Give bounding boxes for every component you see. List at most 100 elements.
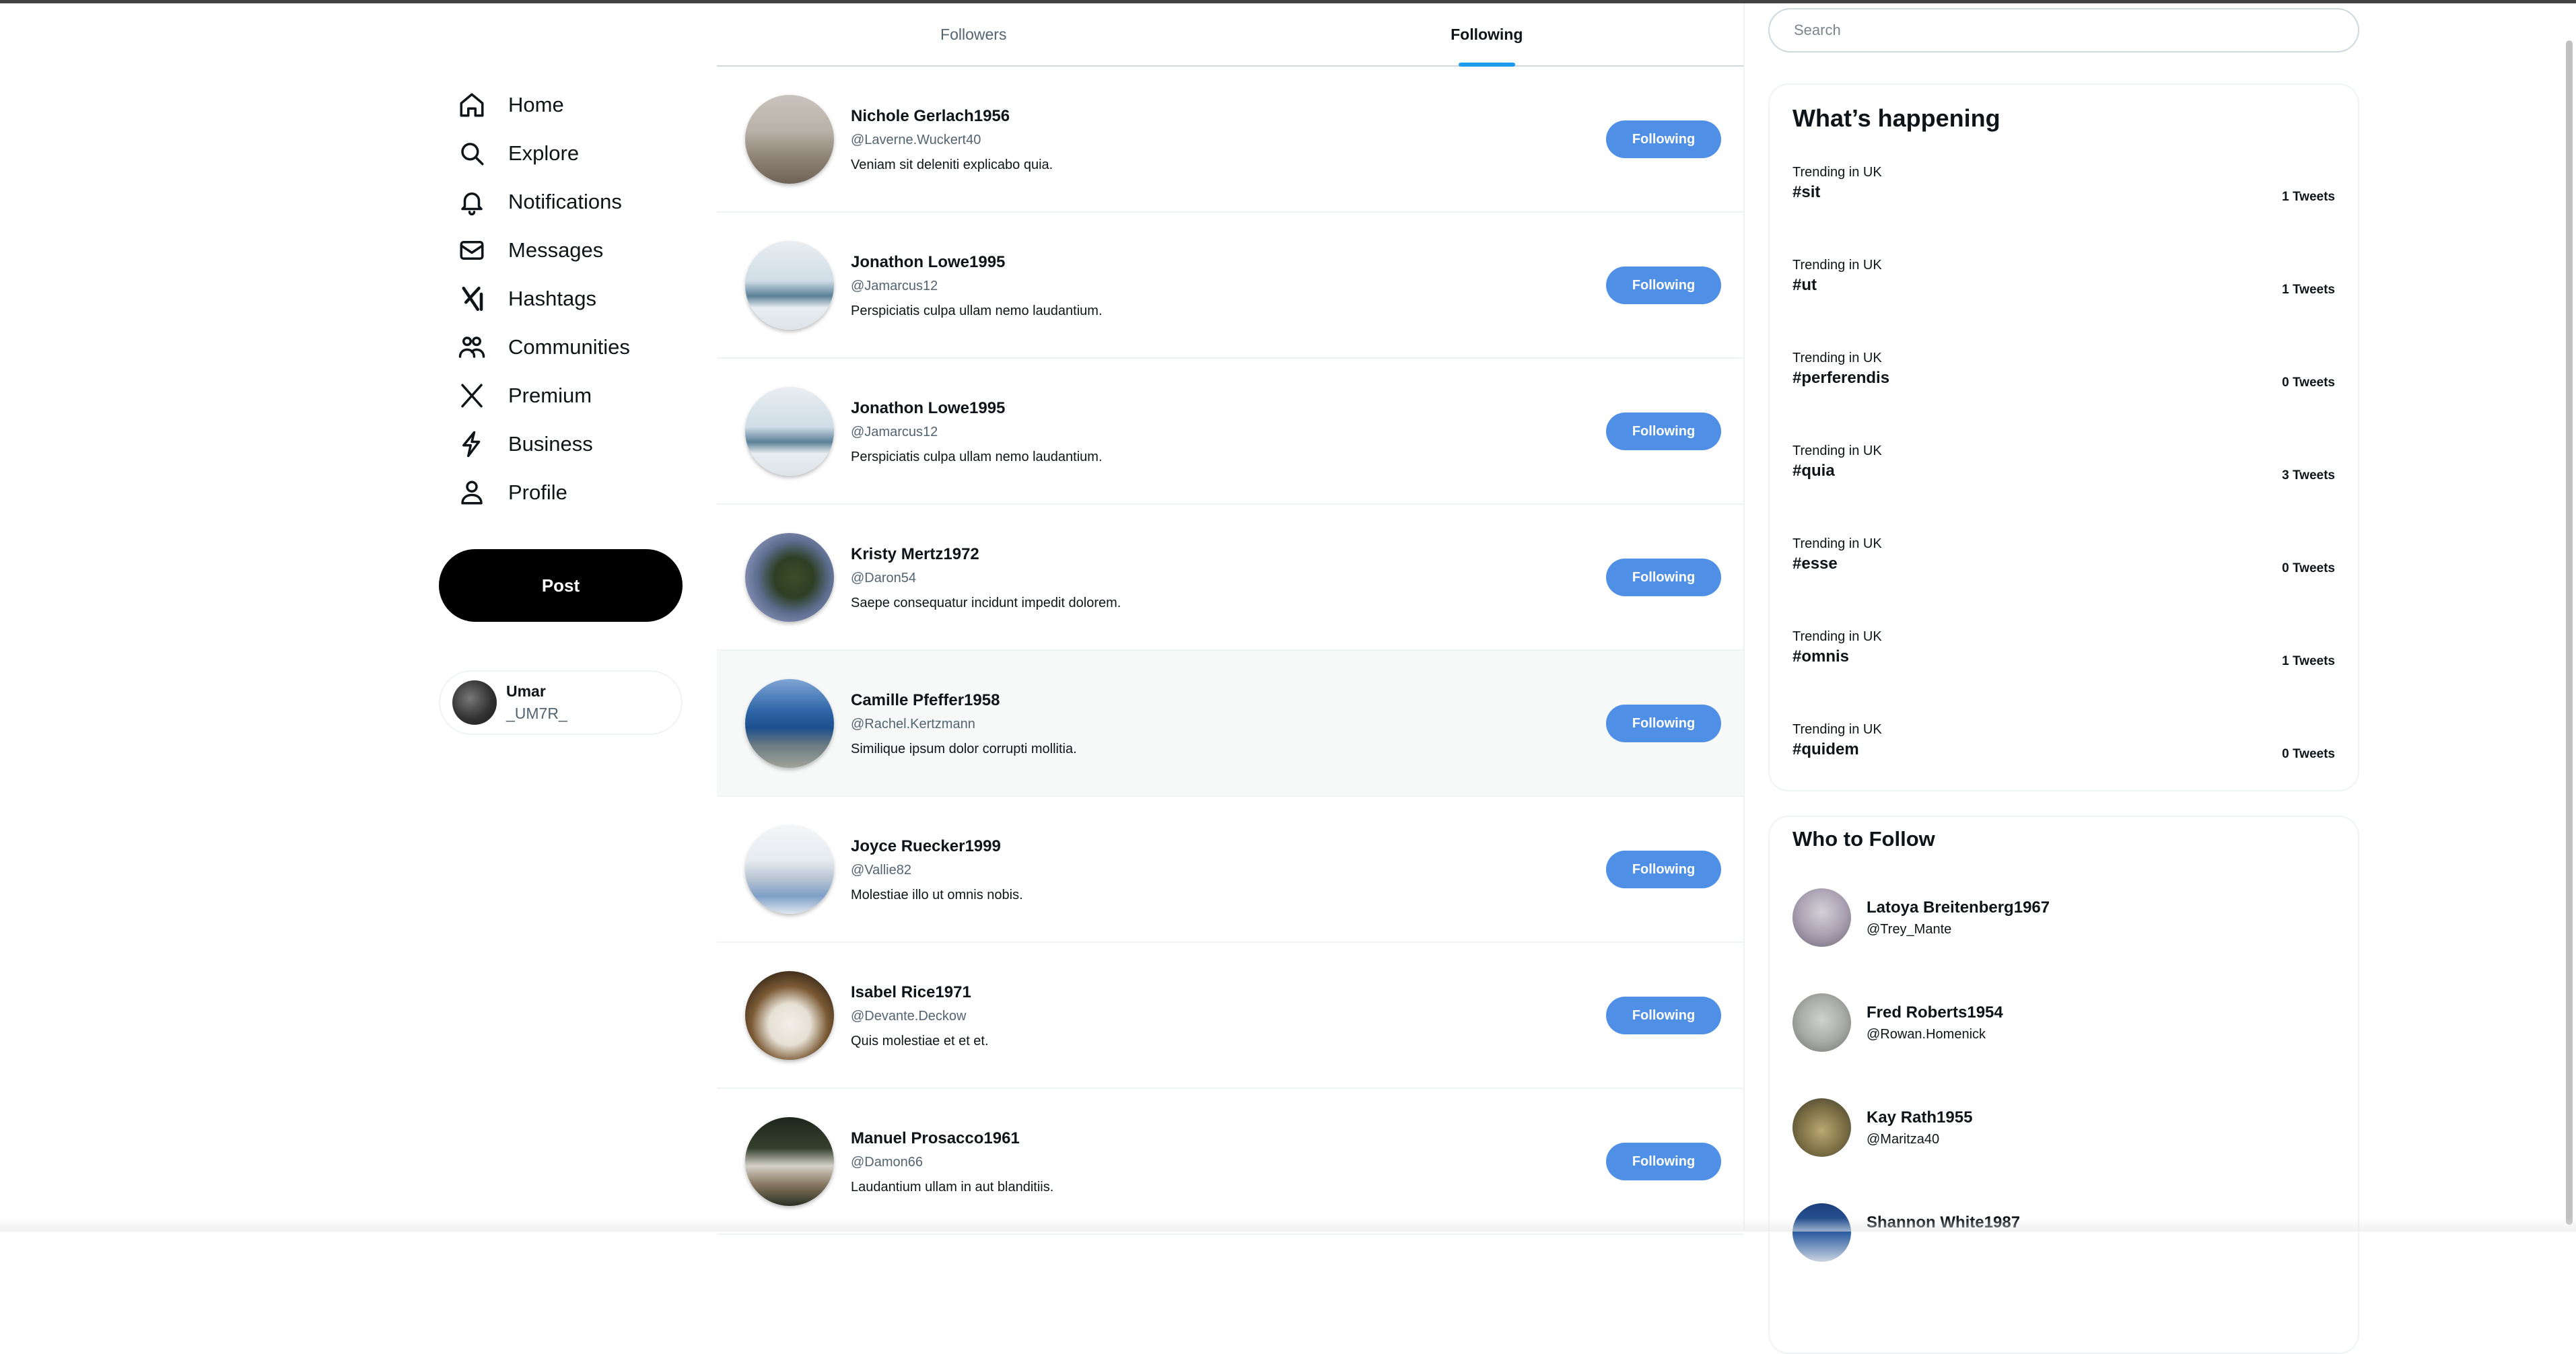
list-item[interactable]: Kristy Mertz1972 @Daron54 Saepe consequa… (717, 505, 1743, 651)
user-handle: @Laverne.Wuckert40 (851, 133, 981, 147)
user-name: Manuel Prosacco1961 (851, 1129, 1020, 1147)
following-button[interactable]: Following (1606, 1143, 1721, 1180)
account-handle: _UM7R_ (506, 705, 567, 722)
sidebar-item-label: Hashtags (508, 287, 596, 310)
tab-followers[interactable]: Followers (717, 3, 1230, 65)
user-handle: @Jamarcus12 (851, 279, 938, 293)
people-icon (456, 331, 488, 363)
suggested-user[interactable]: Shannon White1987 (1770, 1176, 2358, 1281)
sidebar-item-home[interactable]: Home (439, 81, 683, 129)
sidebar-item-business[interactable]: Business (439, 420, 683, 468)
following-list-column: Followers Following Nichole Gerlach1956 … (717, 3, 1745, 1235)
trend-item[interactable]: Trending in UK #ut 1 Tweets (1770, 233, 2358, 326)
trend-hashtag: #omnis (1792, 647, 1850, 666)
user-handle: @Vallie82 (851, 863, 911, 878)
search-input[interactable] (1768, 8, 2359, 52)
sidebar-item-label: Home (508, 93, 564, 116)
page-scrollbar[interactable] (2566, 40, 2573, 1225)
trend-item[interactable]: Trending in UK #esse 0 Tweets (1770, 511, 2358, 604)
post-button[interactable]: Post (439, 549, 683, 622)
sidebar-item-label: Communities (508, 335, 630, 359)
suggested-user[interactable]: Kay Rath1955 @Maritza40 (1770, 1071, 2358, 1176)
trend-item[interactable]: Trending in UK #perferendis 0 Tweets (1770, 326, 2358, 419)
avatar (745, 1117, 834, 1206)
trend-hashtag: #ut (1792, 276, 1817, 294)
avatar (1792, 888, 1851, 947)
trend-count: 1 Tweets (2282, 654, 2335, 668)
sidebar-item-explore[interactable]: Explore (439, 129, 683, 178)
trend-item[interactable]: Trending in UK #omnis 1 Tweets (1770, 604, 2358, 697)
trend-hashtag: #perferendis (1792, 369, 1890, 387)
avatar (745, 825, 834, 914)
avatar (745, 387, 834, 476)
user-bio: Veniam sit deleniti explicabo quia. (851, 157, 1053, 172)
trend-count: 1 Tweets (2282, 283, 2335, 297)
sidebar-item-premium[interactable]: Premium (439, 371, 683, 420)
avatar (745, 95, 834, 184)
user-bio: Perspiciatis culpa ullam nemo laudantium… (851, 450, 1103, 464)
avatar (1792, 1098, 1851, 1157)
panel-title: What’s happening (1792, 104, 2000, 132)
user-handle: @Rachel.Kertzmann (851, 717, 975, 732)
sidebar-item-label: Explore (508, 141, 580, 165)
list-item[interactable]: Camille Pfeffer1958 @Rachel.Kertzmann Si… (717, 651, 1743, 797)
list-item[interactable]: Joyce Ruecker1999 @Vallie82 Molestiae il… (717, 797, 1743, 943)
sidebar-item-label: Notifications (508, 190, 622, 213)
x-logo-icon (456, 380, 488, 412)
sidebar-item-hashtags[interactable]: Hashtags (439, 275, 683, 323)
trend-count: 0 Tweets (2282, 376, 2335, 390)
trend-item[interactable]: Trending in UK #quidem 0 Tweets (1770, 697, 2358, 790)
trend-count: 0 Tweets (2282, 561, 2335, 575)
user-bio: Perspiciatis culpa ullam nemo laudantium… (851, 304, 1103, 318)
avatar (1792, 1203, 1851, 1262)
following-button[interactable]: Following (1606, 559, 1721, 596)
trend-count: 0 Tweets (2282, 747, 2335, 761)
list-item[interactable]: Jonathon Lowe1995 @Jamarcus12 Perspiciat… (717, 213, 1743, 359)
user-bio: Molestiae illo ut omnis nobis. (851, 888, 1023, 902)
user-handle: @Devante.Deckow (851, 1009, 967, 1024)
user-handle: @Rowan.Homenick (1867, 1027, 1986, 1042)
list-item[interactable]: Isabel Rice1971 @Devante.Deckow Quis mol… (717, 943, 1743, 1089)
user-bio: Laudantium ullam in aut blanditiis. (851, 1180, 1054, 1195)
tab-following[interactable]: Following (1230, 3, 1744, 65)
who-to-follow-panel: Who to Follow Latoya Breitenberg1967 @Tr… (1768, 816, 2359, 1354)
user-handle: @Damon66 (851, 1155, 924, 1170)
user-name: Jonathon Lowe1995 (851, 399, 1006, 417)
sidebar-item-label: Profile (508, 480, 567, 504)
following-button[interactable]: Following (1606, 413, 1721, 450)
sidebar-item-notifications[interactable]: Notifications (439, 178, 683, 226)
account-switcher[interactable]: Umar _UM7R_ (439, 670, 683, 735)
trend-item[interactable]: Trending in UK #sit 1 Tweets (1770, 140, 2358, 233)
following-button[interactable]: Following (1606, 120, 1721, 158)
list-item[interactable]: Jonathon Lowe1995 @Jamarcus12 Perspiciat… (717, 359, 1743, 505)
suggested-user[interactable]: Latoya Breitenberg1967 @Trey_Mante (1770, 861, 2358, 966)
whats-happening-panel: What’s happening Trending in UK #sit 1 T… (1768, 83, 2359, 791)
following-button[interactable]: Following (1606, 266, 1721, 304)
following-button[interactable]: Following (1606, 997, 1721, 1034)
account-name: Umar (506, 682, 546, 700)
trend-count: 1 Tweets (2282, 190, 2335, 204)
trend-location: Trending in UK (1792, 443, 1882, 458)
trend-count: 3 Tweets (2282, 468, 2335, 483)
trend-item[interactable]: Trending in UK #quia 3 Tweets (1770, 419, 2358, 511)
sidebar-item-label: Premium (508, 384, 592, 407)
sidebar-item-messages[interactable]: Messages (439, 226, 683, 275)
sidebar-item-profile[interactable]: Profile (439, 468, 683, 517)
sidebar-nav: Home Explore Notifications Messages Hash… (439, 81, 683, 735)
trend-location: Trending in UK (1792, 722, 1882, 737)
trend-location: Trending in UK (1792, 629, 1882, 644)
following-button[interactable]: Following (1606, 851, 1721, 888)
sidebar-item-communities[interactable]: Communities (439, 323, 683, 371)
user-name: Kay Rath1955 (1867, 1108, 1973, 1127)
user-name: Latoya Breitenberg1967 (1867, 898, 2050, 917)
user-bio: Quis molestiae et et et. (851, 1034, 989, 1048)
user-name: Nichole Gerlach1956 (851, 107, 1010, 125)
suggested-user[interactable]: Fred Roberts1954 @Rowan.Homenick (1770, 966, 2358, 1071)
user-list: Nichole Gerlach1956 @Laverne.Wuckert40 V… (717, 67, 1743, 1235)
following-button[interactable]: Following (1606, 705, 1721, 742)
trend-location: Trending in UK (1792, 351, 1882, 365)
user-name: Kristy Mertz1972 (851, 545, 979, 563)
list-item[interactable]: Manuel Prosacco1961 @Damon66 Laudantium … (717, 1089, 1743, 1235)
person-icon (456, 476, 488, 509)
list-item[interactable]: Nichole Gerlach1956 @Laverne.Wuckert40 V… (717, 67, 1743, 213)
